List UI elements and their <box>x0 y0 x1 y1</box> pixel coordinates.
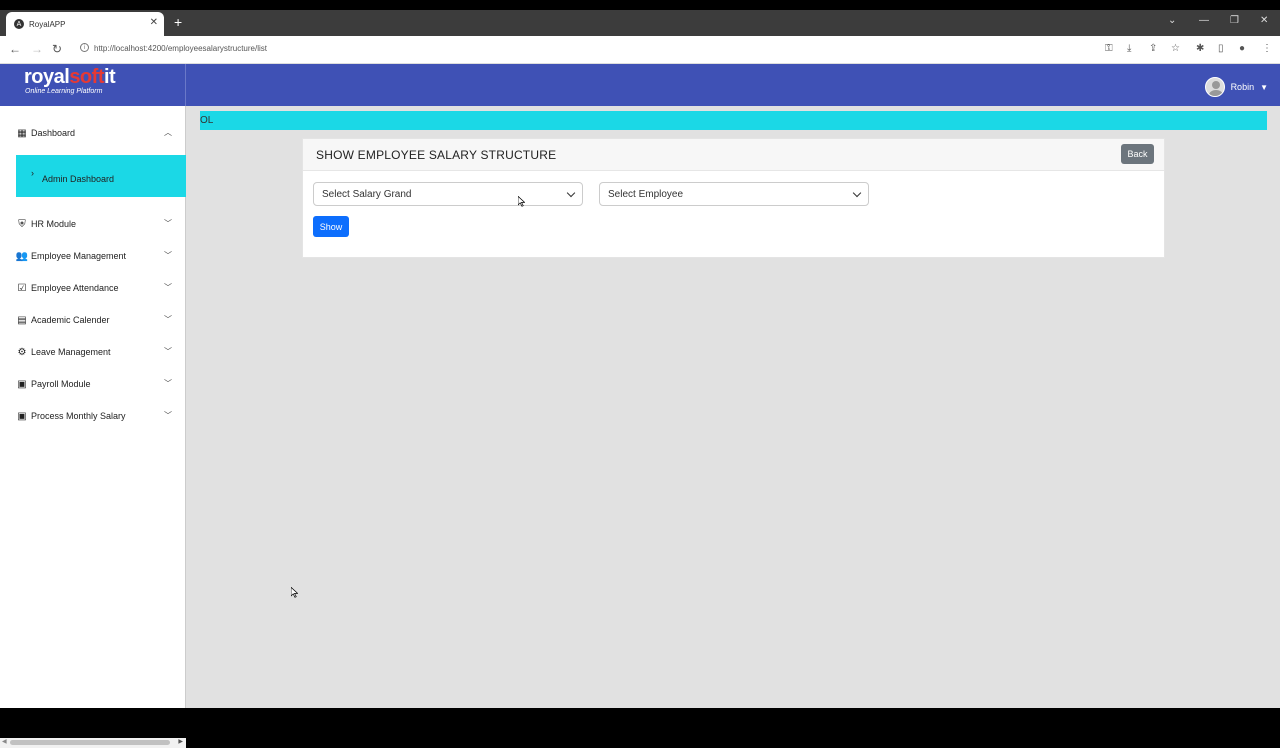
scroll-right-icon[interactable]: ▶ <box>178 738 183 745</box>
chevron-down-icon: ﹀ <box>164 347 172 356</box>
user-name: Robin <box>1230 82 1255 92</box>
salary-grade-select[interactable]: Select Salary Grand <box>313 182 583 206</box>
calendar-icon: ▤ <box>17 314 27 326</box>
back-button[interactable]: Back <box>1121 144 1154 164</box>
brand[interactable]: royalsoftit Online Learning Platform <box>0 64 186 106</box>
new-tab-icon[interactable]: + <box>174 14 182 30</box>
mouse-cursor-icon <box>291 587 298 598</box>
sidebar-item-admin-dashboard[interactable]: › Admin Dashboard <box>16 155 186 197</box>
site-info-icon[interactable]: i <box>80 43 89 52</box>
mouse-cursor-icon <box>518 196 525 207</box>
brand-tagline: Online Learning Platform <box>25 88 103 95</box>
angular-icon: A <box>14 19 24 29</box>
profile-icon[interactable]: ● <box>1239 43 1245 54</box>
more-menu-icon[interactable]: ⋮ <box>1262 43 1272 54</box>
sidebar-item-hr-module[interactable]: ⛨ HR Module ﹀ <box>16 215 176 233</box>
chevron-down-icon: ﹀ <box>164 379 172 388</box>
star-icon[interactable]: ☆ <box>1171 43 1180 54</box>
window-close-icon[interactable]: ✕ <box>1260 15 1268 26</box>
sidebar-item-employee-attendance[interactable]: ☑ Employee Attendance ﹀ <box>16 279 176 297</box>
browser-tab[interactable]: A RoyalAPP ✕ <box>6 12 164 36</box>
chevron-down-icon <box>566 188 576 198</box>
show-button[interactable]: Show <box>313 216 349 237</box>
scroll-left-icon[interactable]: ◀ <box>2 738 7 745</box>
browser-tab-bar: A RoyalAPP ✕ + ⌄ — ❐ ✕ <box>0 10 1280 36</box>
sidebar-item-process-monthly-salary[interactable]: ▣ Process Monthly Salary ﹀ <box>16 407 176 425</box>
dashboard-icon: ▦ <box>17 127 27 139</box>
address-bar: ← → ↻ i http://localhost:4200/employeesa… <box>0 36 1280 64</box>
chevron-down-icon: ﹀ <box>164 315 172 324</box>
sidebar-item-label: Admin Dashboard <box>42 174 115 184</box>
key-icon[interactable]: ⚿ <box>1105 43 1113 54</box>
calendar-check-icon: ☑ <box>17 282 27 294</box>
sidebar-item-academic-calender[interactable]: ▤ Academic Calender ﹀ <box>16 311 176 329</box>
brand-logo: royalsoftit <box>24 66 116 88</box>
select-value: Select Employee <box>608 188 684 200</box>
chevron-down-icon: ﹀ <box>164 251 172 260</box>
restore-icon[interactable]: ❐ <box>1230 15 1239 26</box>
app: royalsoftit Online Learning Platform Rob… <box>0 64 1280 748</box>
scrollbar-thumb[interactable] <box>10 740 170 745</box>
sidebar-item-label: Leave Management <box>31 347 111 357</box>
minimize-icon[interactable]: — <box>1199 15 1209 26</box>
avatar <box>1204 77 1225 97</box>
sidebar-item-employee-management[interactable]: 👥 Employee Management ﹀ <box>16 247 176 265</box>
sidebar-item-payroll-module[interactable]: ▣ Payroll Module ﹀ <box>16 375 176 393</box>
url-field[interactable]: http://localhost:4200/employeesalarystru… <box>94 44 267 53</box>
back-arrow-icon[interactable]: ← <box>9 42 21 56</box>
chevron-down-icon <box>852 188 862 198</box>
chevron-down-icon: ﹀ <box>164 219 172 228</box>
sidebar: ▦ Dashboard ︿ › Admin Dashboard ⛨ HR Mod… <box>0 106 186 748</box>
close-tab-icon[interactable]: ✕ <box>150 17 158 28</box>
marquee-text: OL <box>200 115 214 126</box>
sidebar-item-label: HR Module <box>31 219 77 229</box>
marquee-banner: OL <box>200 111 1267 130</box>
reload-icon[interactable]: ↻ <box>52 42 62 56</box>
card-header: SHOW EMPLOYEE SALARY STRUCTURE Back <box>303 139 1164 171</box>
chevron-down-icon: ﹀ <box>164 283 172 292</box>
page-title: SHOW EMPLOYEE SALARY STRUCTURE <box>316 148 557 162</box>
sidebar-item-label: Process Monthly Salary <box>31 411 126 421</box>
money-icon: ▣ <box>17 410 27 422</box>
tab-title: RoyalAPP <box>29 19 66 29</box>
sidepanel-icon[interactable]: ▯ <box>1218 43 1224 54</box>
money-icon: ▣ <box>17 378 27 390</box>
extensions-icon[interactable]: ✱ <box>1196 43 1204 54</box>
screen: A RoyalAPP ✕ + ⌄ — ❐ ✕ ← → ↻ i http://lo… <box>0 0 1280 748</box>
sidebar-item-label: Employee Attendance <box>31 283 119 293</box>
share-icon[interactable]: ⇪ <box>1149 43 1157 54</box>
user-menu[interactable]: Robin ▼ <box>1204 77 1268 97</box>
sidebar-item-label: Dashboard <box>31 128 76 138</box>
people-icon: 👥 <box>15 250 29 262</box>
forward-arrow-icon[interactable]: → <box>31 42 43 56</box>
sidebar-item-label: Academic Calender <box>31 315 110 325</box>
gear-icon: ⚙ <box>17 346 27 358</box>
select-value: Select Salary Grand <box>322 188 412 200</box>
install-icon[interactable]: ⤓ <box>1127 43 1131 54</box>
employee-select[interactable]: Select Employee <box>599 182 869 206</box>
sidebar-scrollbar[interactable]: ◀ ▶ <box>0 738 186 748</box>
hr-icon: ⛨ <box>18 218 26 230</box>
salary-structure-card: SHOW EMPLOYEE SALARY STRUCTURE Back Sele… <box>302 138 1165 258</box>
tab-search-icon[interactable]: ⌄ <box>1168 15 1176 26</box>
top-navbar: royalsoftit Online Learning Platform Rob… <box>0 64 1280 106</box>
sidebar-item-leave-management[interactable]: ⚙ Leave Management ﹀ <box>16 343 176 361</box>
sidebar-item-label: Payroll Module <box>31 379 91 389</box>
chevron-down-icon: ﹀ <box>164 411 172 420</box>
caret-down-icon: ▼ <box>1260 82 1268 92</box>
sidebar-item-label: Employee Management <box>31 251 127 261</box>
chevron-up-icon: ︿ <box>164 128 172 137</box>
sidebar-item-dashboard[interactable]: ▦ Dashboard ︿ <box>16 124 176 142</box>
chevron-right-icon: › <box>31 168 34 178</box>
